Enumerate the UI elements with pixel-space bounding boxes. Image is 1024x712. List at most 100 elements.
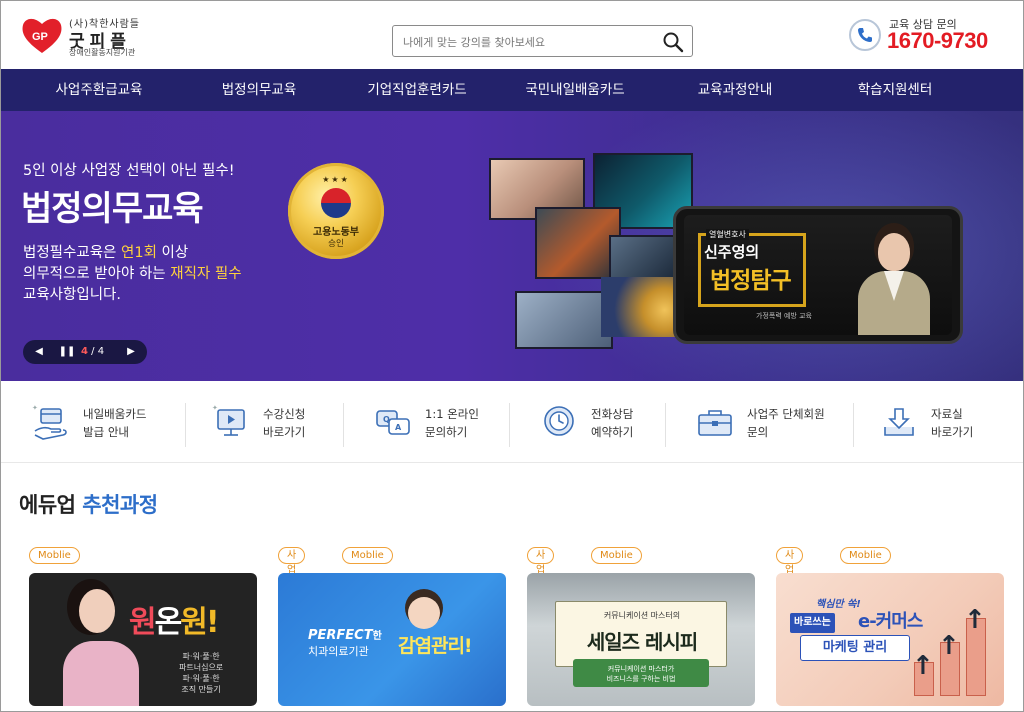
quick-link-enroll[interactable]: ✦ 수강신청 바로가기 <box>209 399 339 449</box>
nav-item-mandatory-training[interactable]: 법정의무교육 <box>191 69 327 111</box>
header: GP (사)착한사람들 굿피플 장애인활동지원기관 교육 상담 문의 1670-… <box>1 1 1023 69</box>
logo-sub-text: 장애인활동지원기관 <box>69 48 136 57</box>
thumb-band: 커뮤니케이션 마스터가 비즈니스를 구하는 비법 <box>573 659 709 687</box>
phone-title: 법정탐구 <box>710 268 792 294</box>
hero-phone-mockup: 열혈변호사 신주영의 법정탐구 가정폭력 예방 교육 <box>673 206 963 344</box>
prev-slide-icon[interactable]: ◀ <box>27 340 51 364</box>
svg-text:✦: ✦ <box>32 404 38 412</box>
hero-description: 법정필수교육은 연1회 이상 의무적으로 받아야 하는 재직자 필수 교육사항입… <box>23 243 242 306</box>
quick-link-online-inquiry[interactable]: Q A 1:1 온라인 문의하기 <box>371 399 501 449</box>
hero-photo-stress <box>515 291 613 349</box>
tag-mobile: Moblie <box>342 547 393 564</box>
hero-subtitle: 5인 이상 사업장 선택이 아닌 필수! <box>23 163 235 179</box>
thumb-title-part: PERFECT <box>308 628 373 643</box>
pause-icon[interactable]: ❚❚ <box>55 340 79 364</box>
instructor-photo <box>59 579 139 706</box>
taegeuk-icon <box>321 188 351 218</box>
seal-text: 고용노동부 <box>313 227 359 238</box>
thumb-title-box: 커뮤니케이션 마스터의 세일즈 레시피 <box>555 601 727 667</box>
thumb-subtitle: 마케팅 관리 <box>800 635 910 661</box>
thumb-title: 원온원! <box>129 597 220 641</box>
nav-item-support-center[interactable]: 학습지원센터 <box>827 69 963 111</box>
hero-desc-text: 법정필수교육은 <box>23 245 121 261</box>
tag-employer: 사업주 <box>278 547 306 591</box>
slide-current: 4 <box>81 346 88 357</box>
quick-link-resources[interactable]: 자료실 바로가기 <box>877 399 1007 449</box>
hero-banner[interactable]: 5인 이상 사업장 선택이 아닌 필수! 법정의무교육 법정필수교육은 연1회 … <box>1 111 1023 381</box>
phone-caption: 가정폭력 예방 교육 <box>756 312 812 320</box>
phone-tag: 열혈변호사 <box>706 229 749 240</box>
seal-text: 승인 <box>328 239 344 249</box>
ministry-approval-seal: ★★★ 고용노동부 승인 <box>288 163 384 259</box>
arrow-up-icon: ↑ <box>912 651 934 681</box>
svg-text:GP: GP <box>32 31 48 43</box>
tag-employer: 사업주 <box>776 547 804 591</box>
course-thumbnail[interactable]: PERFECT한 치과의료기관 감염관리! <box>278 573 506 706</box>
tag-mobile: Moblie <box>29 547 80 564</box>
slide-pager: ◀ ❚❚ 4 / 4 ▶ <box>23 340 147 364</box>
instructor-photo <box>854 227 934 335</box>
divider <box>185 403 186 447</box>
nav-item-national-card[interactable]: 국민내일배움카드 <box>507 69 643 111</box>
quick-link-label: 사업주 단체회원 문의 <box>747 407 825 439</box>
main-nav: 사업주환급교육 법정의무교육 기업직업훈련카드 국민내일배움카드 교육과정안내 … <box>1 69 1023 111</box>
search-input[interactable] <box>403 32 653 52</box>
character-illustration <box>408 597 440 629</box>
search-box <box>392 25 693 57</box>
section-title-accent: 추천과정 <box>82 493 158 517</box>
thumb-chip: 바로쓰는 <box>790 613 835 633</box>
thumb-top-text: 핵심만 쏙! <box>816 599 861 610</box>
hero-title: 법정의무교육 <box>21 189 204 229</box>
nav-item-course-guide[interactable]: 교육과정안내 <box>667 69 803 111</box>
course-thumbnail[interactable]: 핵심만 쏙! 바로쓰는 e-커머스 마케팅 관리 ↑ ↑ ↑ <box>776 573 1004 706</box>
quick-link-label: 1:1 온라인 문의하기 <box>425 407 479 439</box>
quick-link-phone-booking[interactable]: 전화상담 예약하기 <box>537 399 667 449</box>
thumb-subtitle: 커뮤니케이션 마스터의 <box>603 611 681 620</box>
thumb-title-part: 한 <box>372 631 382 642</box>
divider <box>509 403 510 447</box>
card-hand-icon: ✦ <box>32 404 67 440</box>
logo[interactable]: GP (사)착한사람들 굿피플 장애인활동지원기관 <box>19 13 149 59</box>
quick-link-corporate-member[interactable]: 사업주 단체회원 문의 <box>693 399 843 449</box>
divider <box>665 403 666 447</box>
contact-area[interactable]: 교육 상담 문의 1670-9730 <box>847 15 1007 59</box>
phone-name: 신주영의 <box>704 243 760 261</box>
hero-desc-text: 이상 <box>156 245 189 261</box>
svg-text:Q: Q <box>383 415 390 424</box>
thumb-title-part: 온 <box>154 605 183 640</box>
thumb-headline: e-커머스 <box>858 611 923 632</box>
divider <box>343 403 344 447</box>
contact-phone-number[interactable]: 1670-9730 <box>887 28 988 54</box>
hero-desc-highlight: 재직자 필수 <box>170 266 242 282</box>
search-icon[interactable] <box>662 31 684 53</box>
svg-text:A: A <box>395 423 402 432</box>
hero-desc-text: 교육사항입니다. <box>23 287 121 303</box>
course-thumbnail[interactable]: 커뮤니케이션 마스터의 세일즈 레시피 커뮤니케이션 마스터가 비즈니스를 구하… <box>527 573 755 706</box>
heart-logo-icon: GP <box>22 18 62 53</box>
slide-counter: 4 / 4 <box>81 340 104 364</box>
monitor-play-icon: ✦ <box>212 404 245 436</box>
quick-links: ✦ 내일배움카드 발급 안내 ✦ 수강신청 바로가기 Q A 1:1 온라인 문… <box>1 381 1023 463</box>
thumb-title-part: 원! <box>180 605 219 640</box>
recommended-section: 에듀업 추천과정 Moblie 원온원! 파·워·풀·한 파트너십으로 파·워·… <box>1 463 1023 711</box>
arrow-up-icon: ↑ <box>938 631 960 661</box>
thumb-subtitle: 치과의료기관 <box>308 645 369 658</box>
star-icon: ★★★ <box>322 175 350 184</box>
nav-item-corporate-card[interactable]: 기업직업훈련카드 <box>349 69 485 111</box>
quick-link-label: 전화상담 예약하기 <box>591 407 634 439</box>
thumb-band-text: 커뮤니케이션 마스터가 <box>607 665 675 673</box>
quick-link-label: 내일배움카드 발급 안내 <box>83 407 147 439</box>
thumb-headline: 세일즈 레시피 <box>586 630 698 654</box>
thumb-headline: 감염관리! <box>398 635 473 657</box>
thumb-title: PERFECT한 <box>308 627 382 643</box>
quick-link-card-guide[interactable]: ✦ 내일배움카드 발급 안내 <box>29 399 179 449</box>
section-title-text: 에듀업 <box>19 493 83 517</box>
course-thumbnail[interactable]: 원온원! 파·워·풀·한 파트너십으로 파·워·풀·한 조직 만들기 <box>29 573 257 706</box>
section-title: 에듀업 추천과정 <box>19 489 158 519</box>
phone-screen: 열혈변호사 신주영의 법정탐구 가정폭력 예방 교육 <box>684 215 952 335</box>
nav-item-refund-training[interactable]: 사업주환급교육 <box>31 69 167 111</box>
download-icon <box>884 408 914 436</box>
tag-mobile: Moblie <box>591 547 642 564</box>
next-slide-icon[interactable]: ▶ <box>119 340 143 364</box>
slide-total: / 4 <box>87 346 105 357</box>
